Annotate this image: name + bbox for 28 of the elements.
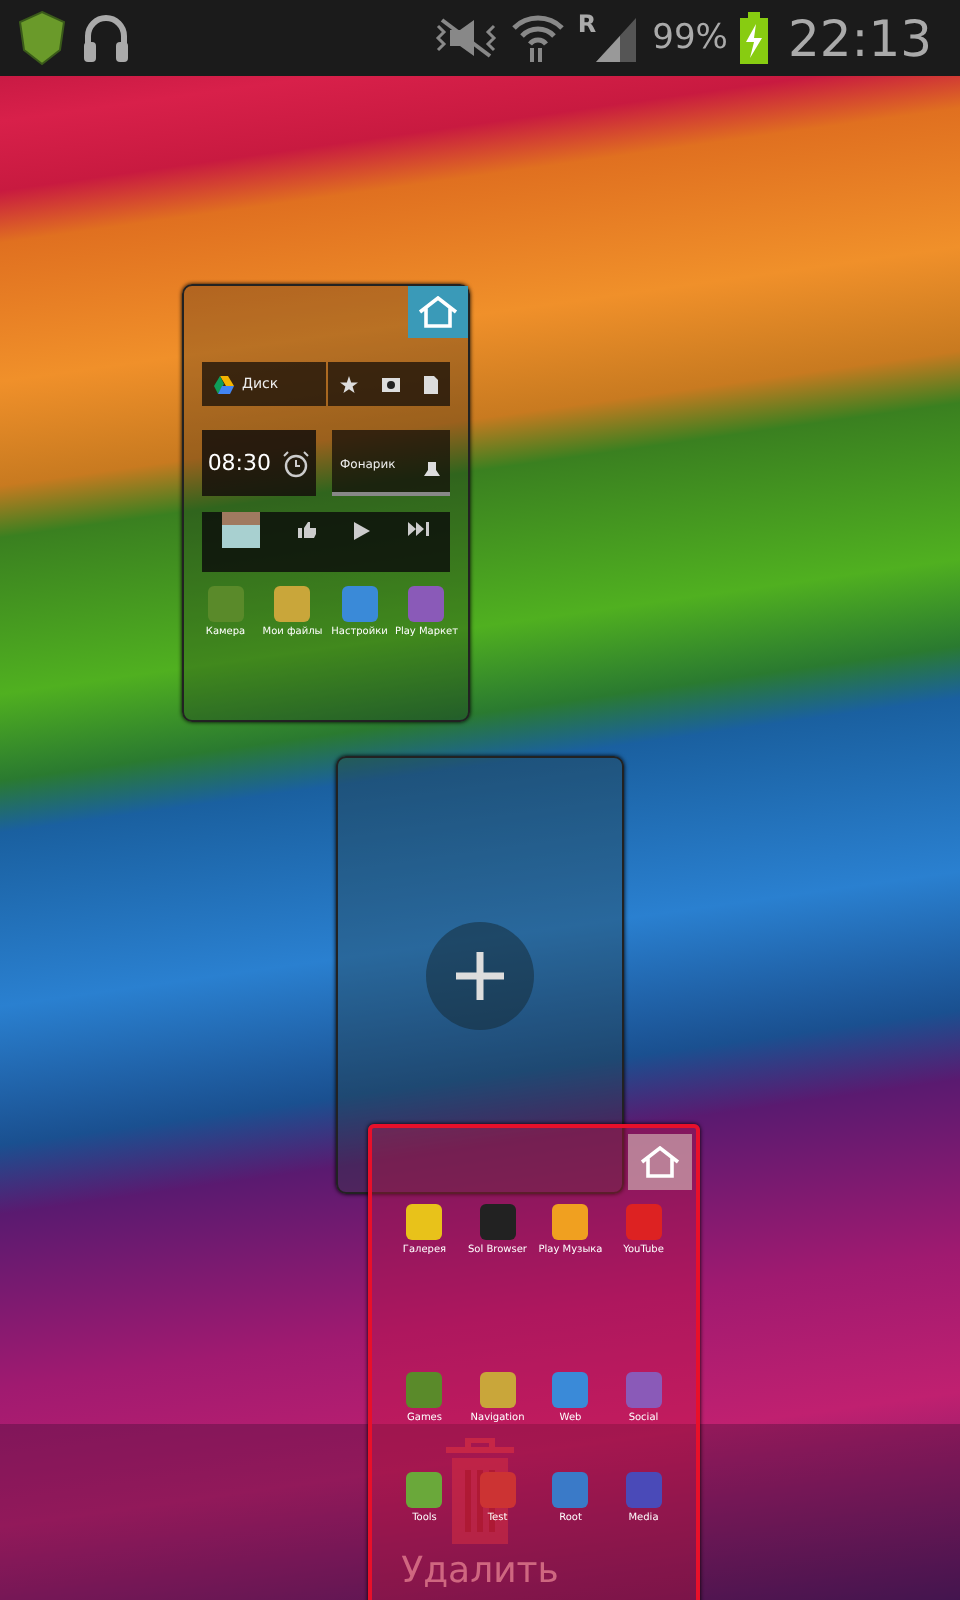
flashlight-icon bbox=[424, 462, 440, 482]
shield-icon bbox=[16, 10, 68, 66]
delete-label: Удалить bbox=[401, 1550, 559, 1592]
headphones-icon bbox=[80, 10, 132, 66]
set-home-button[interactable] bbox=[408, 286, 468, 338]
battery-percent: 99% bbox=[652, 18, 728, 58]
album-art-placeholder bbox=[221, 512, 260, 548]
roaming-indicator: R bbox=[577, 10, 597, 38]
alarm-clock-icon bbox=[282, 449, 311, 477]
star-icon[interactable] bbox=[340, 375, 358, 393]
skip-next-icon[interactable] bbox=[408, 522, 431, 536]
play-icon[interactable] bbox=[354, 522, 371, 540]
camera-scan-icon[interactable] bbox=[382, 376, 400, 392]
plus-icon bbox=[454, 949, 506, 1001]
house-icon bbox=[638, 1146, 682, 1178]
clock-widget[interactable]: 08:30 bbox=[202, 430, 316, 496]
mute-vibrate-icon bbox=[433, 14, 498, 62]
drive-icon bbox=[214, 375, 234, 393]
battery-charging-icon bbox=[739, 12, 768, 64]
widget-time: 08:30 bbox=[207, 450, 272, 476]
set-home-button[interactable] bbox=[628, 1134, 692, 1190]
document-icon[interactable] bbox=[424, 375, 438, 393]
clock-time: 22:13 bbox=[787, 9, 932, 67]
thumbs-up-icon[interactable] bbox=[297, 522, 316, 538]
wifi-icon bbox=[509, 12, 566, 64]
music-player-widget[interactable] bbox=[202, 512, 450, 572]
house-icon bbox=[416, 296, 460, 328]
add-page-button[interactable] bbox=[426, 921, 534, 1029]
